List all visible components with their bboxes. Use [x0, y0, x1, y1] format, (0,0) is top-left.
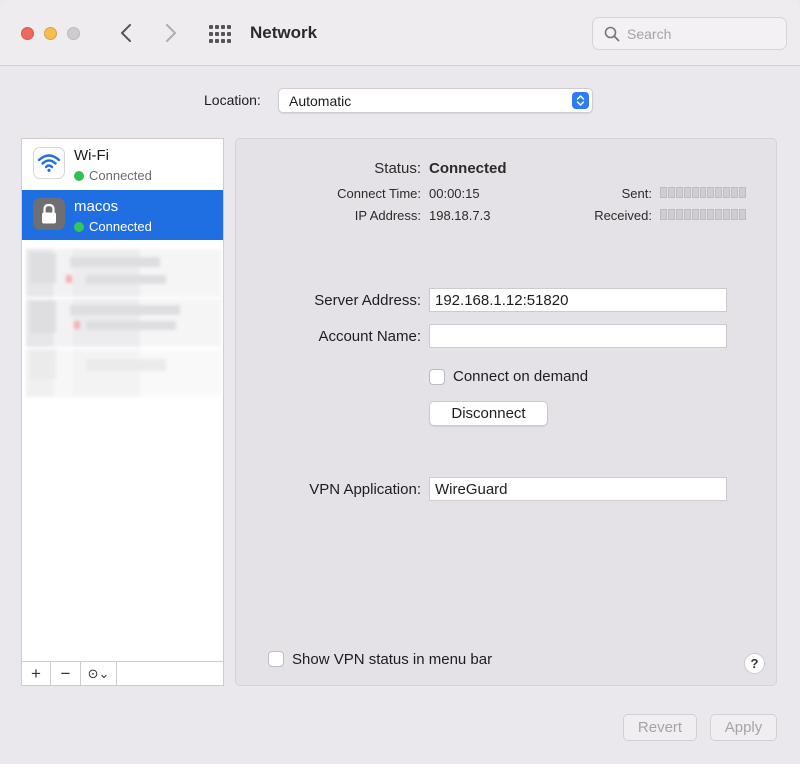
- search-input[interactable]: [627, 18, 782, 49]
- status-dot-icon: [74, 222, 84, 232]
- received-meter: [660, 209, 746, 220]
- redacted-service-item: [26, 299, 222, 347]
- connect-time-value: 00:00:15: [429, 186, 480, 201]
- window-title: Network: [250, 23, 318, 42]
- grid-icon: [209, 25, 231, 43]
- search-box[interactable]: [592, 17, 787, 50]
- add-service-button[interactable]: +: [22, 662, 51, 685]
- status-label: Status:: [374, 160, 421, 177]
- disconnect-button[interactable]: Disconnect: [429, 401, 548, 426]
- location-value: Automatic: [289, 93, 352, 109]
- revert-button[interactable]: Revert: [623, 714, 697, 741]
- service-item-macos[interactable]: macos Connected: [22, 190, 223, 240]
- back-button[interactable]: [113, 20, 139, 46]
- show-vpn-status-label: Show VPN status in menu bar: [292, 651, 493, 668]
- account-name-field[interactable]: [429, 324, 727, 348]
- show-vpn-status-checkbox[interactable]: [268, 651, 284, 667]
- connect-on-demand-checkbox[interactable]: [429, 369, 445, 385]
- received-label: Received:: [594, 208, 652, 223]
- service-list-toolbar: + − ⊙⌄: [22, 661, 223, 685]
- apply-button[interactable]: Apply: [710, 714, 777, 741]
- vpn-application-label: VPN Application:: [309, 481, 421, 498]
- forward-button[interactable]: [158, 20, 184, 46]
- service-item-wifi[interactable]: Wi-Fi Connected: [22, 139, 223, 189]
- show-all-button[interactable]: [207, 24, 231, 44]
- status-dot-icon: [74, 171, 84, 181]
- redacted-service-item: [26, 249, 222, 297]
- service-name: macos: [74, 198, 119, 215]
- service-list: Wi-Fi Connected macos Connected + − ⊙⌄: [21, 138, 224, 686]
- network-preferences-window: Network Location: Automatic: [0, 0, 800, 764]
- chevron-left-icon: [121, 24, 131, 42]
- ip-address-value: 198.18.7.3: [429, 208, 491, 223]
- help-button[interactable]: ?: [744, 653, 765, 674]
- location-select[interactable]: Automatic: [278, 88, 593, 113]
- status-value: Connected: [429, 160, 507, 177]
- sent-meter: [660, 187, 746, 198]
- close-window-button[interactable]: [21, 27, 34, 40]
- connect-on-demand-label: Connect on demand: [453, 368, 589, 385]
- wifi-icon: [33, 147, 65, 179]
- service-name: Wi-Fi: [74, 147, 109, 164]
- vpn-detail-panel: Status: Connected Connect Time: 00:00:15…: [235, 138, 777, 686]
- remove-service-button[interactable]: −: [51, 662, 81, 685]
- connect-time-label: Connect Time:: [337, 186, 421, 201]
- server-address-field[interactable]: [429, 288, 727, 312]
- redacted-service-item: [26, 349, 222, 397]
- minimize-window-button[interactable]: [44, 27, 57, 40]
- service-status-text: Connected: [89, 219, 152, 234]
- sent-label: Sent:: [621, 186, 652, 201]
- ip-address-label: IP Address:: [354, 208, 421, 223]
- search-icon: [604, 26, 620, 42]
- select-arrows-icon: [572, 92, 589, 109]
- lock-icon: [33, 198, 65, 230]
- service-status-text: Connected: [89, 168, 152, 183]
- zoom-window-button[interactable]: [67, 27, 80, 40]
- location-label: Location:: [204, 92, 261, 108]
- chevron-right-icon: [166, 24, 176, 42]
- server-address-label: Server Address:: [314, 292, 421, 309]
- vpn-application-field[interactable]: [429, 477, 727, 501]
- account-name-label: Account Name:: [318, 328, 421, 345]
- title-bar: Network: [0, 0, 800, 66]
- action-menu-button[interactable]: ⊙⌄: [81, 662, 117, 685]
- service-status: Connected: [74, 168, 152, 183]
- service-status: Connected: [74, 219, 152, 234]
